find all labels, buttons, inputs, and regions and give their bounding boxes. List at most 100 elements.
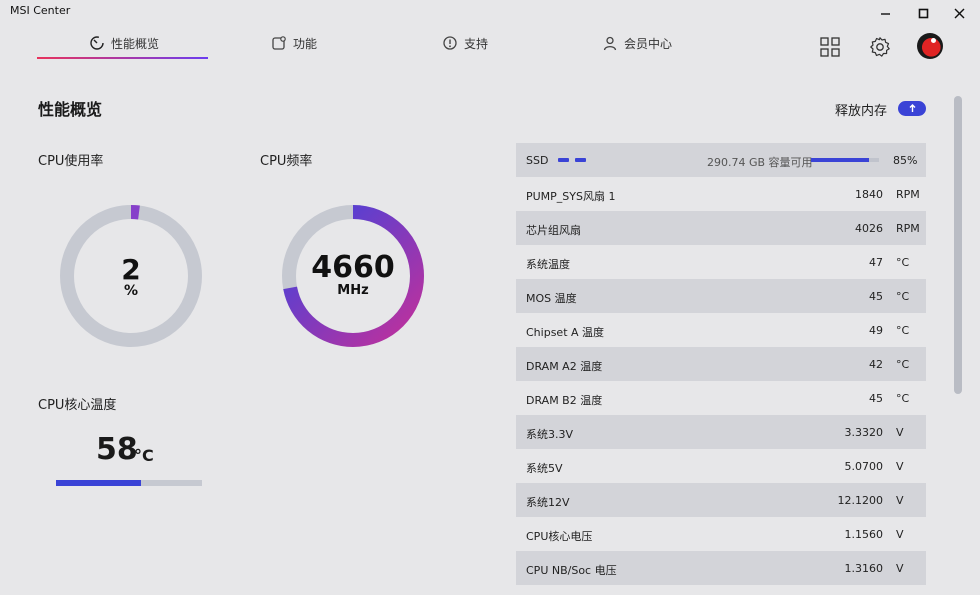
- cpu-usage-unit: %: [123, 283, 139, 299]
- ssd-drive-indicator: [575, 158, 586, 162]
- sensor-value: 5.0700: [844, 460, 884, 473]
- cpu-usage-label: CPU使用率: [38, 154, 104, 169]
- sensor-value: 1.3160: [844, 562, 884, 575]
- close-button[interactable]: [948, 4, 970, 22]
- table-row: 系统3.3V 3.3320 V: [516, 415, 926, 449]
- sensor-value: 12.1200: [837, 494, 884, 507]
- cpu-temp-bar-fill: [56, 480, 141, 486]
- cpu-temp-bar: [56, 480, 202, 486]
- gear-icon: [870, 37, 890, 57]
- table-row: Chipset A 温度 49 °C: [516, 313, 926, 347]
- sensor-name: PUMP_SYS风扇 1: [526, 190, 616, 203]
- sensor-unit: RPM: [896, 188, 920, 201]
- sensor-name: Chipset A 温度: [526, 326, 605, 339]
- cpu-freq-unit: MHz: [337, 283, 369, 298]
- sensor-value: 45: [869, 290, 883, 303]
- sensor-unit: °C: [896, 392, 910, 405]
- sensor-unit: RPM: [896, 222, 920, 235]
- ssd-usage-bar: [811, 158, 879, 162]
- sensor-name: CPU NB/Soc 电压: [526, 564, 617, 577]
- tab-features-label: 功能: [293, 36, 318, 51]
- table-row: PUMP_SYS风扇 1 1840 RPM: [516, 177, 926, 211]
- sensor-name: CPU核心电压: [526, 530, 593, 543]
- sensor-name: 系统12V: [526, 496, 570, 509]
- table-row: CPU NB/Soc 电压 1.3160 V: [516, 551, 926, 585]
- cpu-temp-value: 58: [96, 432, 138, 467]
- scrollbar-thumb[interactable]: [954, 96, 962, 394]
- sensor-unit: V: [896, 528, 904, 541]
- gauge-icon: [90, 36, 104, 50]
- cpu-temp-label: CPU核心温度: [38, 398, 117, 413]
- sensor-value: 45: [869, 392, 883, 405]
- sensor-unit: °C: [896, 324, 910, 337]
- minimize-button[interactable]: [874, 4, 896, 22]
- table-row: DRAM B2 温度 45 °C: [516, 381, 926, 415]
- sensor-unit: V: [896, 426, 904, 439]
- sensor-unit: °C: [896, 256, 910, 269]
- settings-button[interactable]: [868, 35, 892, 59]
- table-row: CPU核心电压 1.1560 V: [516, 517, 926, 551]
- ssd-name: SSD: [526, 154, 549, 167]
- sensor-value: 4026: [855, 222, 883, 235]
- ssd-usage-bar-fill: [811, 158, 869, 162]
- release-memory-label: 释放内存: [835, 104, 888, 119]
- cpu-freq-label: CPU频率: [260, 154, 313, 169]
- table-row: 系统5V 5.0700 V: [516, 449, 926, 483]
- sensor-unit: V: [896, 460, 904, 473]
- table-row: DRAM A2 温度 42 °C: [516, 347, 926, 381]
- tab-support-label: 支持: [464, 36, 489, 51]
- tab-performance-label: 性能概览: [111, 36, 160, 51]
- table-row: 系统12V 12.1200 V: [516, 483, 926, 517]
- sensor-value: 3.3320: [844, 426, 884, 439]
- ssd-row: SSD 290.74 GB 容量可用 85%: [516, 143, 926, 177]
- cpu-temp-unit: °C: [134, 446, 154, 465]
- sensor-value: 47: [869, 256, 883, 269]
- scrollbar[interactable]: [952, 96, 964, 580]
- sensor-name: 系统3.3V: [526, 428, 574, 441]
- layout-grid-button[interactable]: [818, 35, 842, 59]
- maximize-button[interactable]: [912, 4, 934, 22]
- sensor-table: SSD 290.74 GB 容量可用 85% PUMP_SYS风扇 1 1840 R…: [516, 143, 926, 585]
- cpu-freq-value: 4660: [311, 250, 395, 285]
- sensor-name: 系统温度: [526, 258, 570, 271]
- feature-icon: [272, 36, 286, 50]
- sensor-unit: V: [896, 494, 904, 507]
- table-row: 系统温度 47 °C: [516, 245, 926, 279]
- sensor-unit: °C: [896, 358, 910, 371]
- active-tab-indicator: [37, 57, 208, 59]
- table-row: 芯片组风扇 4026 RPM: [516, 211, 926, 245]
- ssd-drive-indicator: [558, 158, 569, 162]
- support-icon: [443, 36, 457, 50]
- sensor-value: 42: [869, 358, 883, 371]
- avatar[interactable]: [917, 33, 943, 59]
- sensor-name: 系统5V: [526, 462, 563, 475]
- sensor-name: DRAM A2 温度: [526, 360, 603, 373]
- release-memory-button[interactable]: [898, 101, 926, 116]
- sensor-name: MOS 温度: [526, 292, 577, 305]
- app-title: MSI Center: [10, 4, 71, 17]
- grid-icon: [820, 37, 840, 57]
- ssd-capacity: 290.74 GB 容量可用: [707, 156, 813, 169]
- ssd-percent: 85%: [893, 154, 918, 167]
- tab-member[interactable]: 会员中心: [602, 32, 672, 54]
- sensor-value: 1840: [855, 188, 883, 201]
- member-icon: [603, 36, 617, 51]
- tab-member-label: 会员中心: [624, 36, 673, 51]
- tab-support[interactable]: 支持: [442, 32, 488, 54]
- maximize-icon: [918, 8, 928, 18]
- close-icon: [954, 8, 964, 18]
- table-row: MOS 温度 45 °C: [516, 279, 926, 313]
- sensor-name: DRAM B2 温度: [526, 394, 603, 407]
- page-title: 性能概览: [38, 100, 103, 119]
- arrow-up-icon: [909, 104, 916, 112]
- sensor-value: 1.1560: [844, 528, 884, 541]
- tab-features[interactable]: 功能: [271, 32, 317, 54]
- tab-performance[interactable]: 性能概览: [89, 32, 159, 54]
- title-bar: MSI Center: [0, 0, 980, 26]
- sensor-name: 芯片组风扇: [526, 224, 581, 237]
- sensor-value: 49: [869, 324, 883, 337]
- sensor-unit: °C: [896, 290, 910, 303]
- minimize-icon: [880, 12, 890, 15]
- sensor-unit: V: [896, 562, 904, 575]
- cpu-usage-value: 2: [121, 253, 141, 286]
